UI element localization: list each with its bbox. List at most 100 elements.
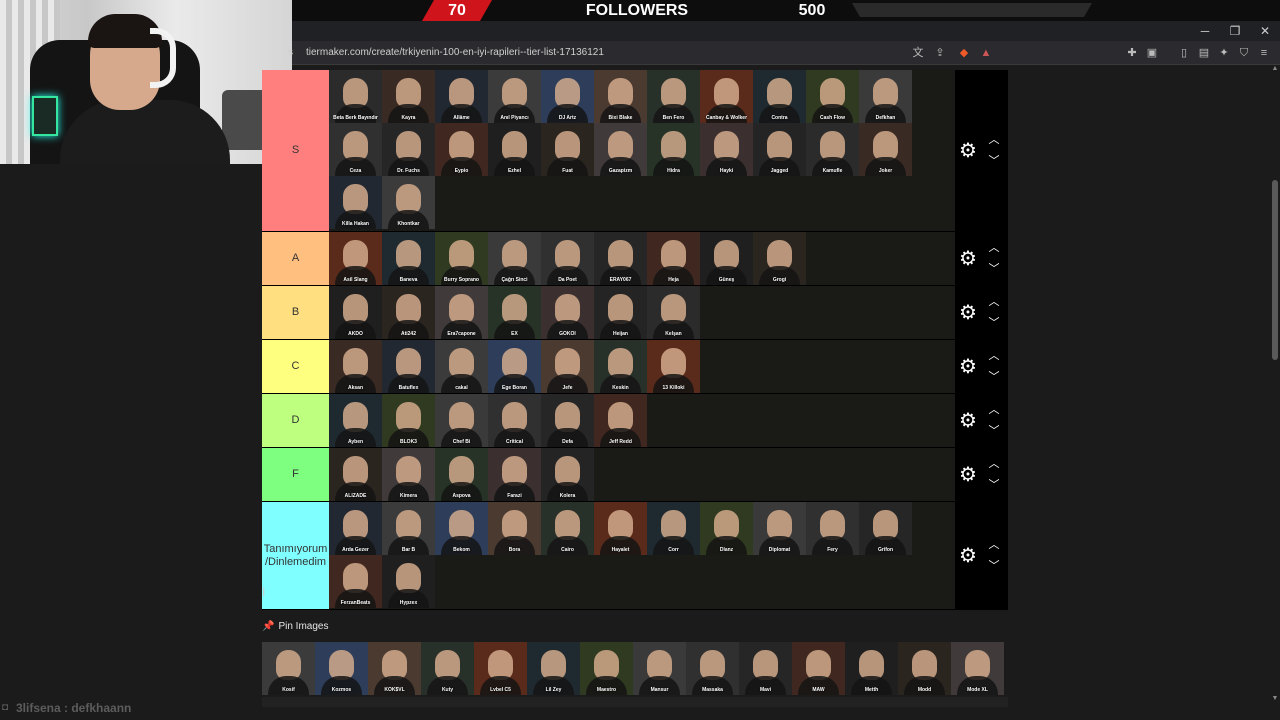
tier-item[interactable]: Farazi <box>488 448 541 501</box>
extensions-icon[interactable]: ✚ <box>1124 45 1140 61</box>
tier-item[interactable]: Mansur <box>633 642 686 695</box>
gear-icon[interactable]: ⚙ <box>959 357 977 377</box>
tier-item[interactable]: Bar B <box>382 502 435 555</box>
tier-label[interactable]: C <box>262 340 329 393</box>
tier-item[interactable]: Ati242 <box>382 286 435 339</box>
tier-item[interactable]: Mode XL <box>951 642 1004 695</box>
tier-item[interactable]: EX <box>488 286 541 339</box>
chevron-up-icon[interactable]: ︿ <box>987 296 1001 307</box>
tier-item[interactable]: Heja <box>647 232 700 285</box>
tier-item[interactable]: MAW <box>792 642 845 695</box>
gear-icon[interactable]: ⚙ <box>959 546 977 566</box>
sidebar-icon[interactable]: ▯ <box>1176 45 1192 61</box>
tier-items[interactable]: Aksan Batuflex cakal Ege Boran Jefe Keskin 13 … <box>329 340 955 393</box>
gear-icon[interactable]: ⚙ <box>959 411 977 431</box>
page-scrollbar[interactable]: ▲ ▼ <box>1270 65 1280 705</box>
share-icon[interactable]: ⇪ <box>932 45 948 61</box>
tier-label[interactable]: F <box>262 448 329 501</box>
chevron-up-icon[interactable]: ︿ <box>987 242 1001 253</box>
chevron-down-icon[interactable]: ﹀ <box>987 560 1001 571</box>
tier-item[interactable]: Hayki <box>700 123 753 176</box>
gear-icon[interactable]: ⚙ <box>959 303 977 323</box>
rewards-icon[interactable]: ▲ <box>978 45 994 61</box>
tier-item[interactable]: Contra <box>753 70 806 123</box>
tier-item[interactable]: Maestro <box>580 642 633 695</box>
tier-item[interactable]: Ben Fero <box>647 70 700 123</box>
tier-item[interactable]: ALIZADE <box>329 448 382 501</box>
tier-items[interactable]: ALIZADE Kimera Aspova Farazi Kolera <box>329 448 955 501</box>
tier-item[interactable]: Corr <box>647 502 700 555</box>
chevron-down-icon[interactable]: ﹀ <box>987 155 1001 166</box>
tier-item[interactable]: Ege Boran <box>488 340 541 393</box>
tier-item[interactable]: Ezhel <box>488 123 541 176</box>
tier-item[interactable]: Bixi Blake <box>594 70 647 123</box>
tier-item[interactable]: Modd <box>898 642 951 695</box>
tier-item[interactable]: Hayalet <box>594 502 647 555</box>
restore-button[interactable]: ❐ <box>1220 21 1250 41</box>
tier-label[interactable]: Tanımıyorum /Dinlemedim <box>262 502 329 609</box>
tier-label[interactable]: S <box>262 70 329 231</box>
tier-item[interactable]: Kayra <box>382 70 435 123</box>
tier-item[interactable]: Chef Bi <box>435 394 488 447</box>
tier-item[interactable]: Joker <box>859 123 912 176</box>
tier-item[interactable]: Eypio <box>435 123 488 176</box>
tier-item[interactable]: DJ Artz <box>541 70 594 123</box>
tier-item[interactable]: Fuat <box>541 123 594 176</box>
tier-item[interactable]: Bora <box>488 502 541 555</box>
tier-item[interactable]: Jagged <box>753 123 806 176</box>
tier-label[interactable]: A <box>262 232 329 285</box>
tier-label[interactable]: B <box>262 286 329 339</box>
url-input[interactable]: tiermaker.com/create/trkiyenin-100-en-iy… <box>306 41 604 65</box>
scroll-up-icon[interactable]: ▲ <box>1271 65 1279 73</box>
tier-item[interactable]: GOKOI <box>541 286 594 339</box>
tier-item[interactable]: Ceza <box>329 123 382 176</box>
tier-item[interactable]: ERAY067 <box>594 232 647 285</box>
tier-item[interactable]: Hypzex <box>382 555 435 608</box>
tier-item[interactable]: Era7capone <box>435 286 488 339</box>
tier-item[interactable]: Heijan <box>594 286 647 339</box>
tier-item[interactable]: Massaka <box>686 642 739 695</box>
tier-items[interactable]: Beta Berk Bayındır Kayra Allâme Anıl Piyanc… <box>329 70 955 231</box>
leo-icon[interactable]: ✦ <box>1216 45 1232 61</box>
minimize-button[interactable]: ─ <box>1190 21 1220 41</box>
media-icon[interactable]: ▣ <box>1144 45 1160 61</box>
tier-item[interactable]: Lil Zey <box>527 642 580 695</box>
tier-item[interactable]: Kosif <box>262 642 315 695</box>
gear-icon[interactable]: ⚙ <box>959 249 977 269</box>
tier-item[interactable]: Kolera <box>541 448 594 501</box>
tier-item[interactable]: Baneva <box>382 232 435 285</box>
chevron-down-icon[interactable]: ﹀ <box>987 263 1001 274</box>
tier-items[interactable]: Arda Gezer Bar B Bekom Bora Cairo Hayalet Corr… <box>329 502 955 609</box>
tier-item[interactable]: Da Poet <box>541 232 594 285</box>
tier-item[interactable]: Dlanz <box>700 502 753 555</box>
tier-item[interactable]: AKDO <box>329 286 382 339</box>
tier-label[interactable]: D <box>262 394 329 447</box>
tier-item[interactable]: Jefe <box>541 340 594 393</box>
tier-item[interactable]: Critical <box>488 394 541 447</box>
tier-item[interactable]: Beta Berk Bayındır <box>329 70 382 123</box>
menu-icon[interactable]: ≡ <box>1256 45 1272 61</box>
tier-item[interactable]: Ayben <box>329 394 382 447</box>
tier-item[interactable]: BLOK3 <box>382 394 435 447</box>
tier-item[interactable]: KÖK$VL <box>368 642 421 695</box>
tier-item[interactable]: Aspova <box>435 448 488 501</box>
chevron-up-icon[interactable]: ︿ <box>987 539 1001 550</box>
tier-items[interactable]: Asil Slang Baneva Burry Soprano Çağrı Sinci… <box>329 232 955 285</box>
tier-item[interactable]: Kelşan <box>647 286 700 339</box>
chevron-down-icon[interactable]: ﹀ <box>987 317 1001 328</box>
tier-item[interactable]: Kuty <box>421 642 474 695</box>
tier-item[interactable]: Arda Gezer <box>329 502 382 555</box>
tier-item[interactable]: Anıl Piyancı <box>488 70 541 123</box>
wallet-icon[interactable]: ▤ <box>1196 45 1212 61</box>
vpn-icon[interactable]: ⛉ <box>1236 45 1252 61</box>
tier-item[interactable]: Hidra <box>647 123 700 176</box>
tier-item[interactable]: Metth <box>845 642 898 695</box>
tier-item[interactable]: Grifon <box>859 502 912 555</box>
tier-item[interactable]: Aksan <box>329 340 382 393</box>
scroll-thumb[interactable] <box>1272 180 1278 360</box>
close-button[interactable]: ✕ <box>1250 21 1280 41</box>
tier-item[interactable]: cakal <box>435 340 488 393</box>
tier-item[interactable]: Bekom <box>435 502 488 555</box>
chevron-down-icon[interactable]: ﹀ <box>987 425 1001 436</box>
tier-item[interactable]: Mavi <box>739 642 792 695</box>
